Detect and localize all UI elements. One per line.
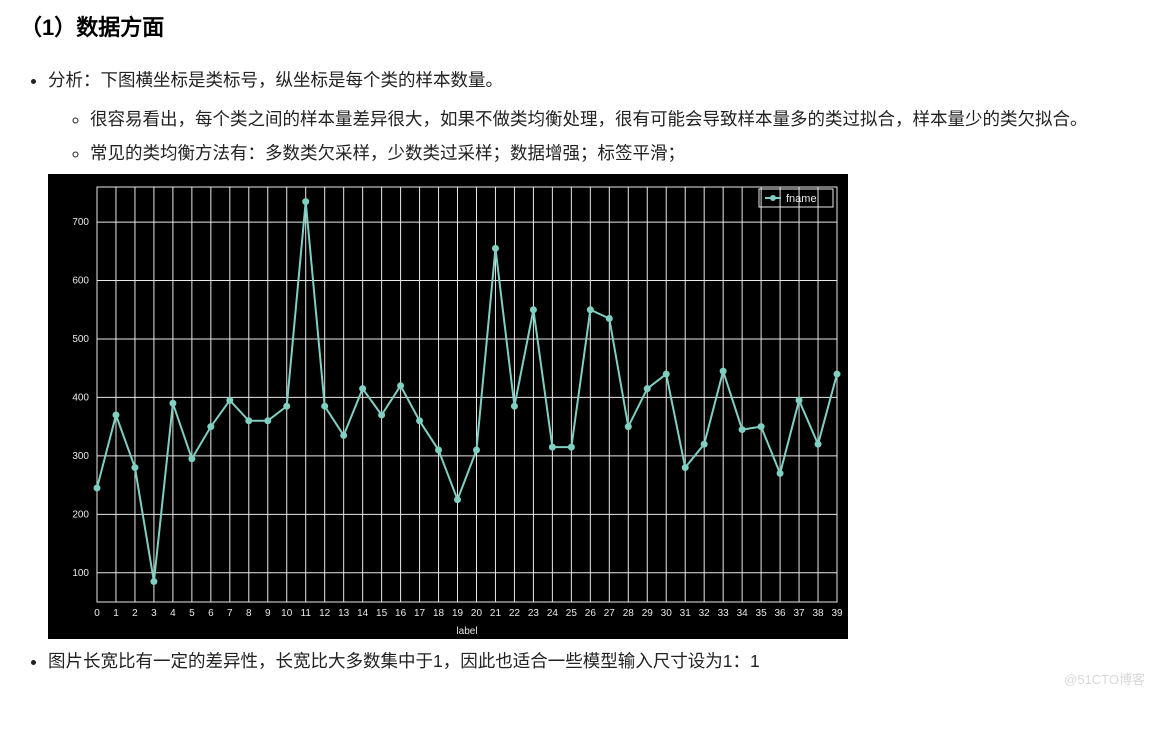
svg-text:2: 2 (132, 608, 138, 619)
svg-text:8: 8 (246, 608, 252, 619)
svg-text:500: 500 (72, 334, 89, 345)
svg-text:39: 39 (831, 608, 843, 619)
svg-text:22: 22 (509, 608, 521, 619)
svg-text:15: 15 (376, 608, 388, 619)
svg-text:37: 37 (793, 608, 805, 619)
sub-bullet-2: 常见的类均衡方法有：多数类欠采样，少数类过采样；数据增强；标签平滑； (90, 137, 1143, 170)
svg-text:21: 21 (490, 608, 502, 619)
chart-container: 0123456789101112131415161718192021222324… (48, 174, 1143, 639)
svg-text:19: 19 (452, 608, 464, 619)
chart-bullet: 0123456789101112131415161718192021222324… (48, 174, 1143, 639)
ratio-bullet: 图片长宽比有一定的差异性，长宽比大多数集中于1，因此也适合一些模型输入尺寸设为1… (48, 645, 1143, 678)
svg-text:6: 6 (208, 608, 214, 619)
section-heading: （1）数据方面 (20, 10, 1143, 42)
svg-text:25: 25 (566, 608, 578, 619)
svg-text:400: 400 (72, 392, 89, 403)
svg-text:23: 23 (528, 608, 540, 619)
svg-text:26: 26 (585, 608, 597, 619)
svg-text:32: 32 (699, 608, 711, 619)
svg-text:35: 35 (756, 608, 768, 619)
svg-text:17: 17 (414, 608, 426, 619)
svg-text:100: 100 (72, 568, 89, 579)
svg-text:18: 18 (433, 608, 445, 619)
analysis-bullet: 分析：下图横坐标是类标号，纵坐标是每个类的样本数量。 (48, 64, 1143, 97)
main-list: 分析：下图横坐标是类标号，纵坐标是每个类的样本数量。 很容易看出，每个类之间的样… (20, 64, 1143, 678)
svg-text:16: 16 (395, 608, 407, 619)
svg-text:30: 30 (661, 608, 673, 619)
svg-text:0: 0 (94, 608, 100, 619)
svg-text:10: 10 (281, 608, 293, 619)
svg-text:28: 28 (623, 608, 635, 619)
svg-text:36: 36 (775, 608, 787, 619)
svg-text:3: 3 (151, 608, 157, 619)
svg-text:29: 29 (642, 608, 654, 619)
line-chart: 0123456789101112131415161718192021222324… (48, 174, 848, 639)
svg-text:1: 1 (113, 608, 119, 619)
svg-text:5: 5 (189, 608, 195, 619)
svg-text:9: 9 (265, 608, 271, 619)
svg-text:300: 300 (72, 451, 89, 462)
svg-text:14: 14 (357, 608, 369, 619)
svg-text:13: 13 (338, 608, 350, 619)
svg-text:34: 34 (737, 608, 749, 619)
svg-text:700: 700 (72, 217, 89, 228)
svg-text:20: 20 (471, 608, 483, 619)
svg-text:11: 11 (301, 608, 312, 619)
svg-text:label: label (456, 626, 477, 637)
sub-bullet-1: 很容易看出，每个类之间的样本量差异很大，如果不做类均衡处理，很有可能会导致样本量… (90, 103, 1143, 136)
svg-text:27: 27 (604, 608, 616, 619)
svg-text:33: 33 (718, 608, 730, 619)
svg-text:31: 31 (680, 608, 692, 619)
svg-text:4: 4 (170, 608, 176, 619)
svg-text:38: 38 (812, 608, 824, 619)
svg-text:200: 200 (72, 509, 89, 520)
sub-list: 很容易看出，每个类之间的样本量差异很大，如果不做类均衡处理，很有可能会导致样本量… (48, 103, 1143, 170)
svg-text:fname: fname (786, 193, 817, 205)
svg-text:24: 24 (547, 608, 559, 619)
svg-text:600: 600 (72, 275, 89, 286)
svg-text:7: 7 (227, 608, 233, 619)
svg-text:12: 12 (319, 608, 331, 619)
watermark-text: @51CTO博客 (1064, 669, 1145, 688)
